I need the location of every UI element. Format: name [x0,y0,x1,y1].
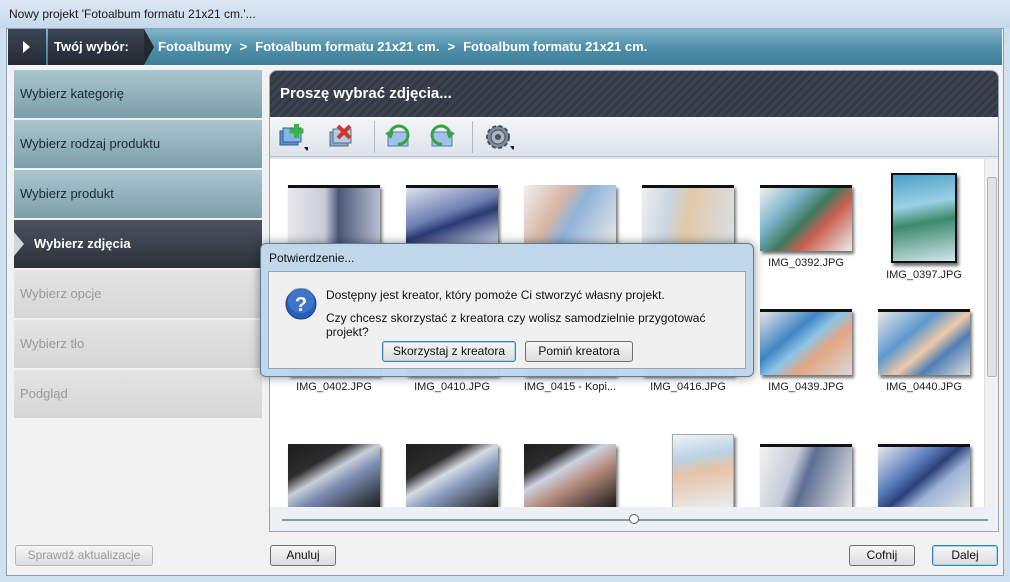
step-choose-product[interactable]: Wybierz produkt [14,170,262,218]
breadcrumb-item[interactable]: Fotoalbum formatu 21x21 cm. [255,39,439,54]
cancel-button[interactable]: Anuluj [270,545,336,566]
photo-caption: IMG_0416.JPG [650,381,726,393]
step-choose-product-type[interactable]: Wybierz rodzaj produktu [14,120,262,168]
scrollbar-thumb[interactable] [987,177,997,377]
breadcrumb-current-label: Twój wybór: [48,29,154,65]
photo-thumbnail[interactable] [638,185,738,249]
photo-thumbnail[interactable] [653,434,753,507]
dialog-body: ? Dostępny jest kreator, który pomoże Ci… [268,271,746,369]
photo-caption: IMG_0402.JPG [296,381,372,393]
photo-thumbnail[interactable] [284,185,384,249]
step-choose-category[interactable]: Wybierz kategorię [14,70,262,118]
panel-title: Proszę wybrać zdjęcia... [270,71,998,117]
photo-caption: IMG_0439.JPG [768,381,844,393]
breadcrumb: Twój wybór: Fotoalbumy > Fotoalbum formatu… [8,29,1002,65]
wizard-steps: Wybierz kategorię Wybierz rodzaj produkt… [14,70,262,420]
dialog-message-line1: Dostępny jest kreator, który pomoże Ci s… [326,288,665,302]
toolbar-separator [472,121,473,153]
photo-thumbnail[interactable] [756,444,856,507]
photo-thumbnail[interactable] [402,185,502,249]
breadcrumb-toggle-button[interactable] [8,29,46,65]
toolbar-separator [374,121,375,153]
breadcrumb-separator: > [239,39,248,54]
dialog-title: Potwierdzenie... [269,251,355,265]
photo-thumbnail[interactable]: IMG_0440.JPG [874,309,974,393]
dialog-message-line2: Czy chcesz skorzystać z kreatora czy wol… [326,311,706,339]
photo-thumbnail[interactable] [520,444,620,507]
photo-thumbnail[interactable] [402,444,502,507]
check-updates-button: Sprawdź aktualizacje [15,545,153,566]
vertical-scrollbar[interactable] [984,159,998,507]
svg-text:?: ? [295,294,307,316]
window-title: Nowy projekt 'Fotoalbum formatu 21x21 cm… [9,7,256,21]
step-choose-photos[interactable]: Wybierz zdjęcia [14,220,262,268]
question-icon: ? [285,287,317,320]
skip-wizard-button[interactable]: Pomiń kreatora [525,341,633,362]
step-preview: Podgląd [14,370,262,418]
breadcrumb-path: Fotoalbumy > Fotoalbum formatu 21x21 cm. > F… [158,29,647,65]
photo-thumbnail[interactable] [520,185,620,249]
photo-toolbar [270,117,998,157]
photo-caption: IMG_0392.JPG [768,257,844,269]
window-title-bar: Nowy projekt 'Fotoalbum formatu 21x21 cm… [0,0,1010,28]
rotate-left-icon[interactable] [382,122,414,152]
photo-thumbnail[interactable] [874,444,974,507]
photo-caption: IMG_0410.JPG [414,381,490,393]
settings-icon[interactable] [482,122,516,152]
photo-caption: IMG_0440.JPG [886,381,962,393]
next-button[interactable]: Dalej [932,545,998,566]
photo-caption: IMG_0397.JPG [886,269,962,281]
add-photos-icon[interactable] [276,122,310,152]
photo-thumbnail[interactable]: IMG_0397.JPG [874,173,974,281]
slider-knob[interactable] [629,514,639,524]
back-button[interactable]: Cofnij [849,545,915,566]
thumbnail-size-slider [270,507,998,531]
remove-photos-icon[interactable] [326,122,358,152]
photo-thumbnail[interactable]: IMG_0439.JPG [756,309,856,393]
step-choose-background: Wybierz tło [14,320,262,368]
breadcrumb-item[interactable]: Fotoalbumy [158,39,232,54]
play-arrow-icon [23,41,30,53]
photo-thumbnail[interactable] [284,444,384,507]
photo-thumbnail[interactable]: IMG_0392.JPG [756,185,856,269]
use-wizard-button[interactable]: Skorzystaj z kreatora [382,341,516,362]
breadcrumb-separator: > [447,39,456,54]
rotate-right-icon[interactable] [426,122,458,152]
confirmation-dialog: Potwierdzenie... ? Dostępny jest kreator… [260,243,754,377]
step-choose-options: Wybierz opcje [14,270,262,318]
breadcrumb-item[interactable]: Fotoalbum formatu 21x21 cm. [463,39,647,54]
photo-caption: IMG_0415 - Kopi... [523,381,617,393]
